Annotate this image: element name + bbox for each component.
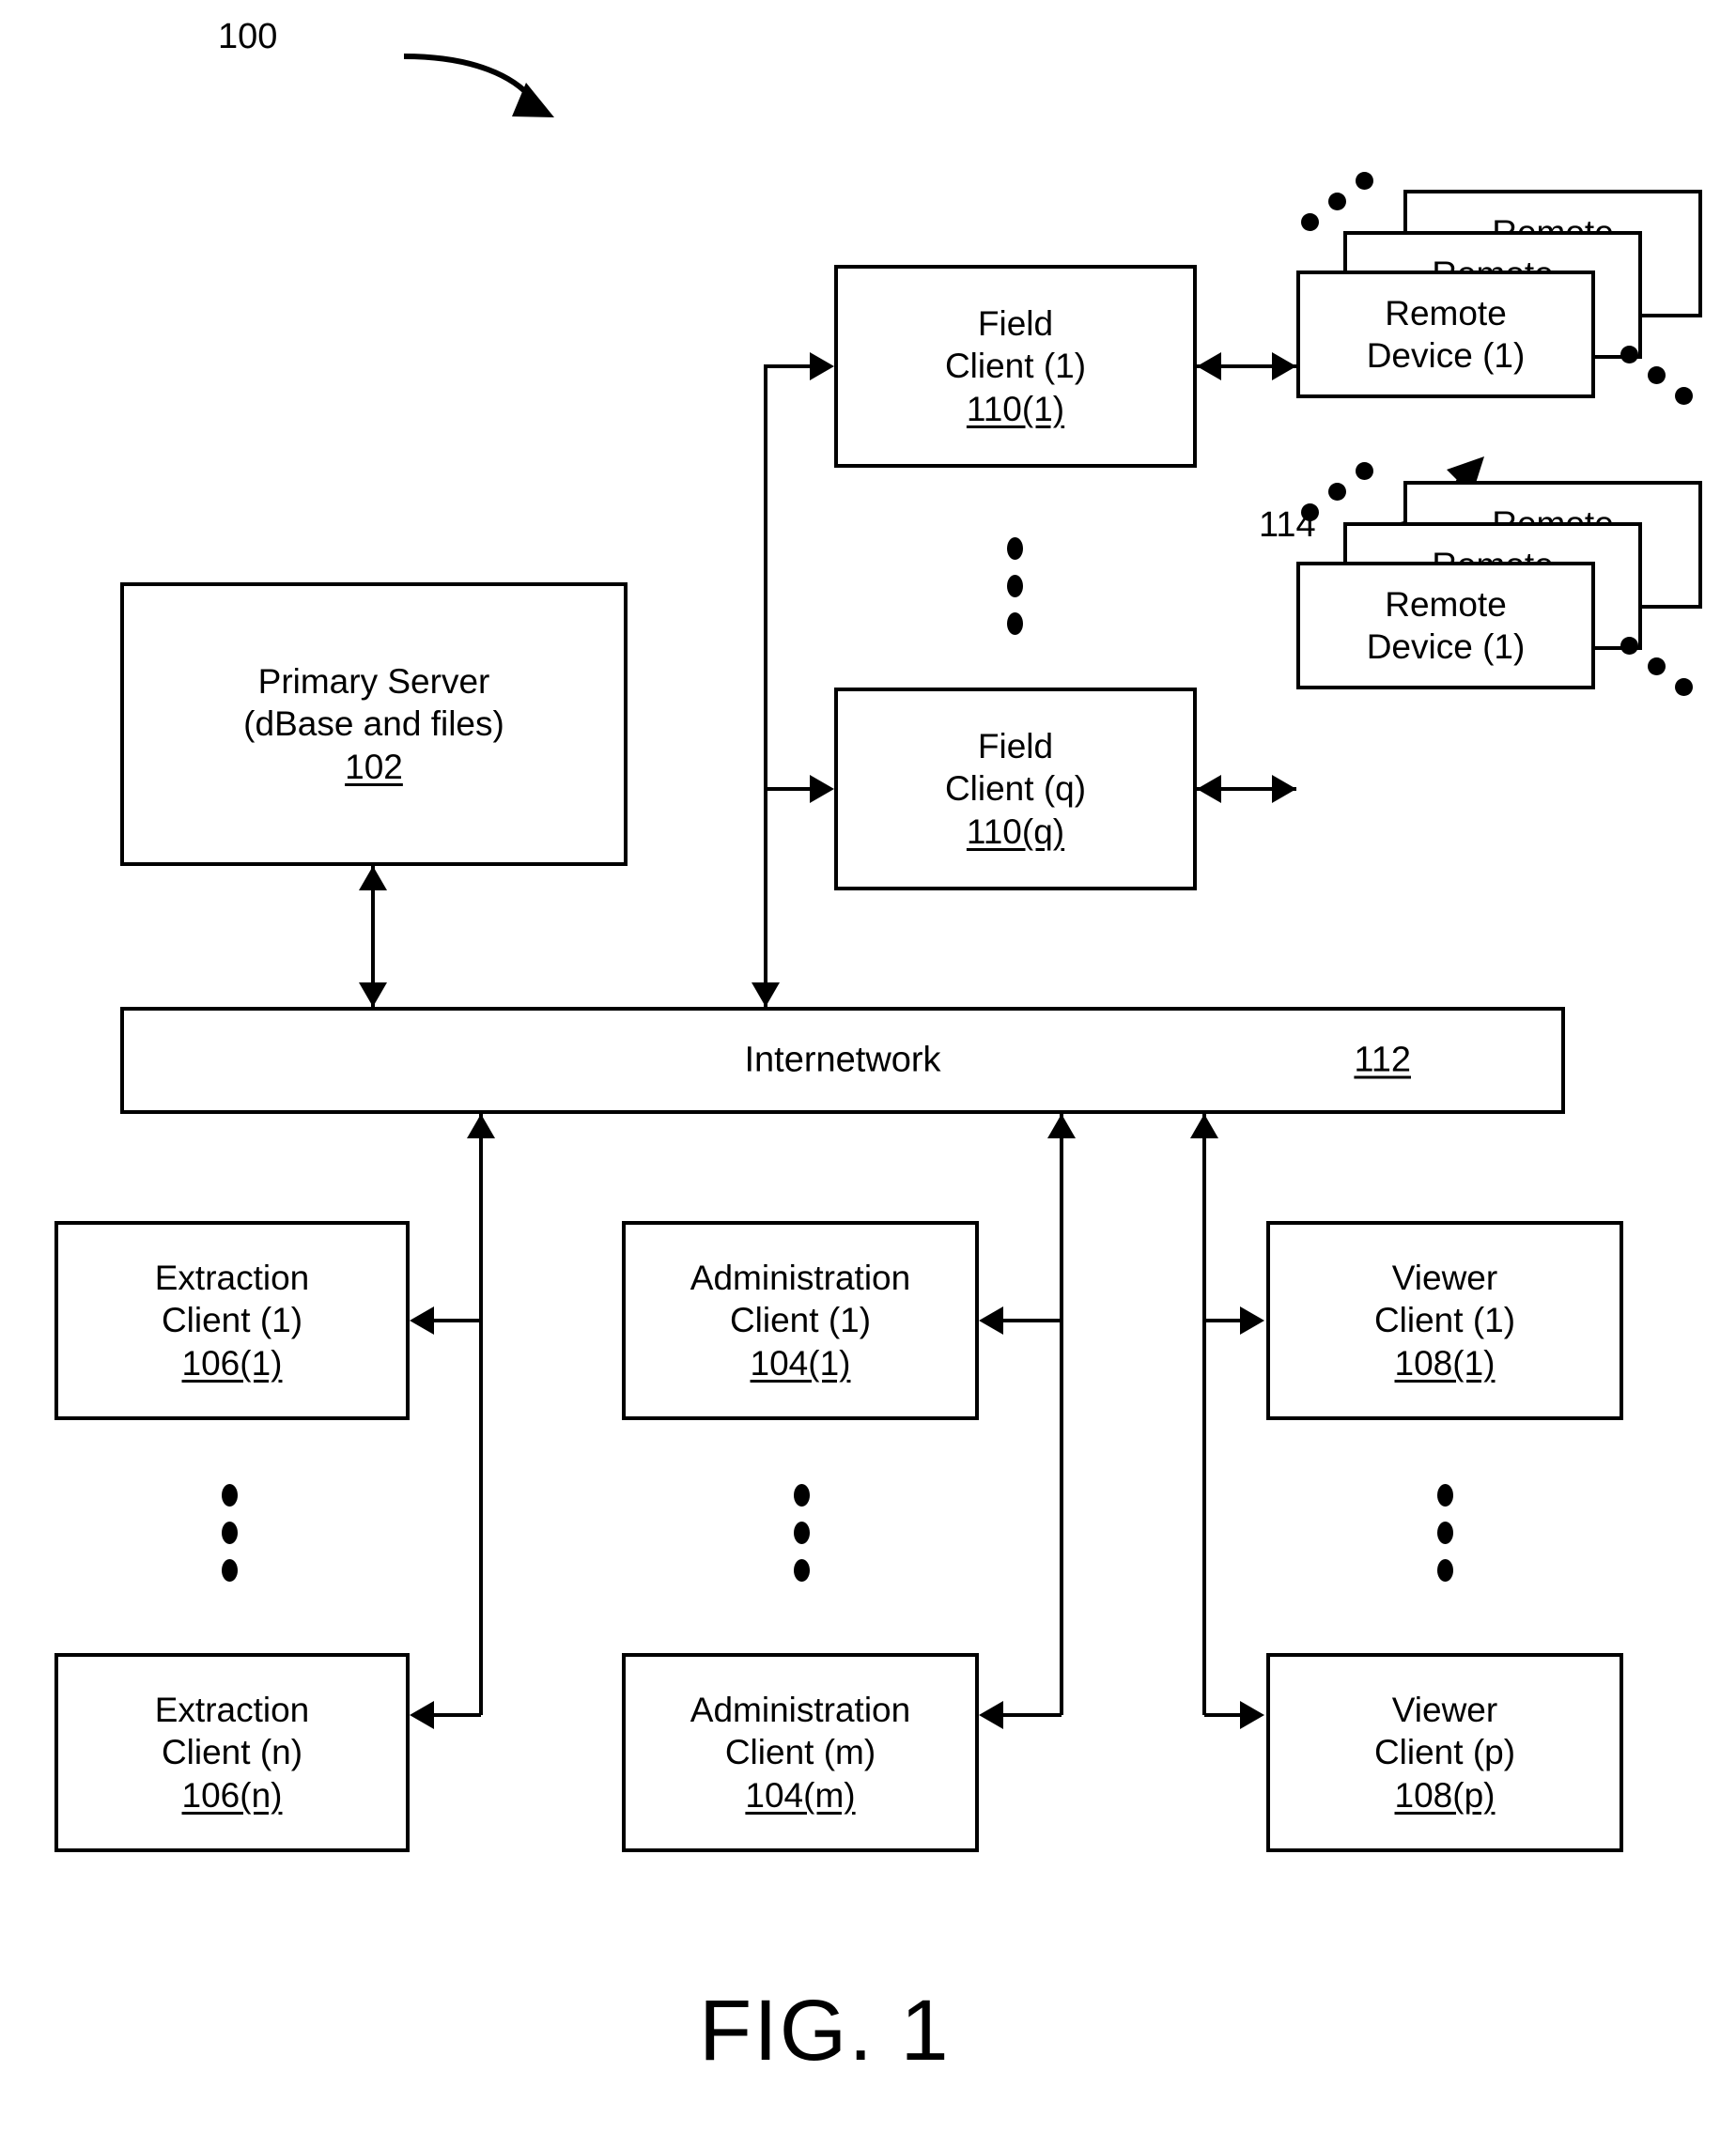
internetwork-label: Internetwork bbox=[744, 1040, 941, 1080]
administration-trunk-line bbox=[1060, 1114, 1063, 1715]
arrow-left-field-client-q bbox=[1197, 775, 1221, 803]
viewer-client-ellipsis bbox=[1437, 1484, 1453, 1582]
primary-server-line2: (dBase and files) bbox=[243, 704, 504, 744]
internetwork-ref: 112 bbox=[1354, 1040, 1411, 1080]
field-client-q-line1: Field bbox=[977, 727, 1054, 766]
administration-client-1-line1: Administration bbox=[690, 1259, 911, 1298]
viewer-client-p-line2: Client (p) bbox=[1373, 1733, 1516, 1772]
remote-device-1-line2-top: Device (1) bbox=[1366, 336, 1526, 375]
arrow-up-primary-server bbox=[359, 866, 387, 890]
stack-dot bbox=[1675, 678, 1693, 696]
primary-server-line1: Primary Server bbox=[257, 662, 490, 702]
arrow-into-field-client-q bbox=[810, 775, 834, 803]
arrow-right-remote-device-1-top bbox=[1272, 352, 1296, 380]
extraction-client-1-ref: 106(1) bbox=[181, 1343, 283, 1383]
stack-dot bbox=[1328, 193, 1346, 210]
stack-dot bbox=[1301, 503, 1319, 521]
arrow-into-administration-client-m bbox=[979, 1701, 1003, 1729]
arrow-into-viewer-client-1 bbox=[1240, 1306, 1264, 1335]
viewer-client-1-ref: 108(1) bbox=[1394, 1343, 1496, 1383]
viewer-client-1-line1: Viewer bbox=[1391, 1259, 1498, 1298]
arrow-into-extraction-client-1 bbox=[410, 1306, 434, 1335]
extraction-client-1-line1: Extraction bbox=[154, 1259, 310, 1298]
stack-dot bbox=[1356, 172, 1373, 190]
extraction-client-ellipsis bbox=[222, 1484, 238, 1582]
arrow-left-field-client-1 bbox=[1197, 352, 1221, 380]
field-client-1-line2: Client (1) bbox=[944, 347, 1087, 386]
stack-dot bbox=[1648, 366, 1666, 384]
field-client-1-ref: 110(1) bbox=[966, 389, 1065, 428]
stack-dot bbox=[1620, 637, 1638, 655]
administration-client-m-line1: Administration bbox=[690, 1691, 911, 1730]
remote-device-1-line1-bottom: Remote bbox=[1385, 584, 1507, 624]
patent-figure-1: 100 114 Remote Device (r) Remote Device … bbox=[0, 0, 1736, 2133]
field-client-ellipsis bbox=[1007, 537, 1023, 635]
viewer-trunk-line bbox=[1202, 1114, 1206, 1715]
primary-server-ref: 102 bbox=[345, 747, 403, 786]
remote-device-1-box-top: Remote Device (1) bbox=[1296, 270, 1595, 398]
extraction-client-1-line2: Client (1) bbox=[161, 1301, 303, 1340]
field-client-q-box: Field Client (q) 110(q) bbox=[834, 688, 1197, 890]
internetwork-bar: Internetwork 112 bbox=[120, 1007, 1565, 1114]
primary-server-box: Primary Server (dBase and files) 102 bbox=[120, 582, 628, 866]
stack-dot bbox=[1620, 346, 1638, 363]
extraction-client-n-line1: Extraction bbox=[154, 1691, 310, 1730]
arrow-into-viewer-client-p bbox=[1240, 1701, 1264, 1729]
stack-dot bbox=[1328, 483, 1346, 501]
administration-client-1-ref: 104(1) bbox=[750, 1343, 851, 1383]
field-client-trunk-line bbox=[764, 364, 767, 1007]
administration-client-m-branch bbox=[1003, 1713, 1062, 1717]
viewer-client-1-line2: Client (1) bbox=[1373, 1301, 1516, 1340]
administration-client-1-line2: Client (1) bbox=[729, 1301, 872, 1340]
arrow-into-field-client-1 bbox=[810, 352, 834, 380]
administration-client-m-line2: Client (m) bbox=[724, 1733, 876, 1772]
administration-client-1-box: Administration Client (1) 104(1) bbox=[622, 1221, 979, 1420]
system-reference-label: 100 bbox=[218, 17, 278, 56]
extraction-client-n-box: Extraction Client (n) 106(n) bbox=[54, 1653, 410, 1852]
arrow-up-viewer-trunk bbox=[1190, 1114, 1218, 1138]
remote-device-1-line1-top: Remote bbox=[1385, 293, 1507, 332]
viewer-client-1-branch bbox=[1204, 1319, 1244, 1322]
viewer-client-p-ref: 108(p) bbox=[1394, 1775, 1496, 1815]
viewer-client-p-line1: Viewer bbox=[1391, 1691, 1498, 1730]
arrow-up-extraction-trunk bbox=[467, 1114, 495, 1138]
arrow-into-extraction-client-n bbox=[410, 1701, 434, 1729]
administration-client-m-box: Administration Client (m) 104(m) bbox=[622, 1653, 979, 1852]
field-client-q-line2: Client (q) bbox=[944, 769, 1087, 809]
stack-dot bbox=[1675, 387, 1693, 405]
arrow-down-internetwork-from-server bbox=[359, 982, 387, 1007]
viewer-client-p-branch bbox=[1204, 1713, 1244, 1717]
viewer-client-1-box: Viewer Client (1) 108(1) bbox=[1266, 1221, 1623, 1420]
arrow-into-administration-client-1 bbox=[979, 1306, 1003, 1335]
arrow-up-administration-trunk bbox=[1047, 1114, 1076, 1138]
extraction-client-n-ref: 106(n) bbox=[181, 1775, 283, 1815]
extraction-client-n-line2: Client (n) bbox=[161, 1733, 303, 1772]
remote-device-1-line2-bottom: Device (1) bbox=[1366, 627, 1526, 666]
stack-dot bbox=[1301, 213, 1319, 231]
extraction-client-1-box: Extraction Client (1) 106(1) bbox=[54, 1221, 410, 1420]
remote-device-1-box-bottom: Remote Device (1) bbox=[1296, 562, 1595, 689]
administration-client-1-branch bbox=[1003, 1319, 1062, 1322]
arrow-down-internetwork-from-field bbox=[752, 982, 780, 1007]
administration-client-m-ref: 104(m) bbox=[745, 1775, 856, 1815]
extraction-client-1-branch bbox=[434, 1319, 481, 1322]
arrow-right-remote-device-1-bottom bbox=[1272, 775, 1296, 803]
extraction-trunk-line bbox=[479, 1114, 483, 1715]
field-client-q-ref: 110(q) bbox=[966, 811, 1065, 851]
extraction-client-n-branch bbox=[434, 1713, 481, 1717]
figure-caption: FIG. 1 bbox=[699, 1983, 951, 2079]
stack-dot bbox=[1356, 462, 1373, 480]
field-client-1-line1: Field bbox=[977, 304, 1054, 344]
administration-client-ellipsis bbox=[794, 1484, 810, 1582]
viewer-client-p-box: Viewer Client (p) 108(p) bbox=[1266, 1653, 1623, 1852]
field-client-1-box: Field Client (1) 110(1) bbox=[834, 265, 1197, 468]
stack-dot bbox=[1648, 657, 1666, 675]
